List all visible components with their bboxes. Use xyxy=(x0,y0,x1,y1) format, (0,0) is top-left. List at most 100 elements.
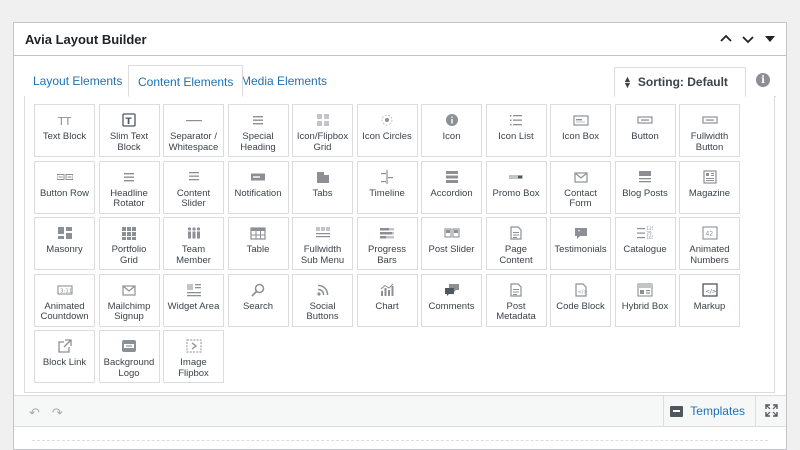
element-label: Comments xyxy=(428,300,475,312)
element-tabs: Layout Elements Content Elements Media E… xyxy=(24,65,776,97)
undo-icon[interactable]: ↶ xyxy=(29,405,40,421)
info-icon xyxy=(443,113,461,127)
element-label: Button Row xyxy=(39,187,90,199)
element-label: Button xyxy=(631,131,659,142)
sorting-label: Sorting: Default xyxy=(637,75,728,89)
quote-icon: ” xyxy=(572,226,590,240)
element-hybrid-box[interactable]: Hybrid Box xyxy=(614,273,676,327)
accordion-icon xyxy=(443,170,461,184)
fullscreen-button[interactable] xyxy=(765,404,778,420)
element-post-metadata[interactable]: Post Metadata xyxy=(485,273,547,327)
tab-media-elements[interactable]: Media Elements xyxy=(232,65,336,97)
element-search[interactable]: Search xyxy=(227,273,289,327)
element-testimonials[interactable]: ” Testimonials xyxy=(550,217,611,270)
element-label: Fullwidth Button xyxy=(690,131,729,153)
element-post-slider[interactable]: Post Slider xyxy=(421,217,482,270)
move-down-button[interactable] xyxy=(738,29,758,49)
element-label: Contact Form xyxy=(564,187,597,209)
element-label: Masonry xyxy=(46,244,83,255)
element-icon-flipbox-grid[interactable]: Icon/Flipbox Grid xyxy=(292,104,353,157)
toggle-panel-button[interactable] xyxy=(760,29,780,49)
element-label: Page Content xyxy=(499,244,533,266)
info-icon[interactable]: i xyxy=(756,73,770,87)
element-mailchimp-signup[interactable]: Mailchimp Signup xyxy=(98,273,160,327)
element-icon[interactable]: Icon xyxy=(421,104,482,157)
grid-icon xyxy=(314,113,332,127)
element-label: Hybrid Box xyxy=(621,300,669,312)
element-magazine[interactable]: Magazine xyxy=(679,160,740,214)
element-tabs[interactable]: Tabs xyxy=(292,160,353,214)
builder-footer: ↶ ↷ Templates xyxy=(14,395,786,427)
element-separator-whitespace[interactable]: Separator / Whitespace xyxy=(163,104,224,157)
element-icon-circles[interactable]: Icon Circles xyxy=(356,104,418,157)
text-block-icon: TT xyxy=(56,113,74,127)
templates-label: Templates xyxy=(690,404,745,418)
element-page-content[interactable]: Page Content xyxy=(485,217,547,270)
element-button-row[interactable]: Button Row xyxy=(34,160,95,214)
element-notification[interactable]: Notification xyxy=(227,160,289,214)
element-table[interactable]: Table xyxy=(227,217,289,270)
box-icon xyxy=(572,113,590,127)
element-content-slider[interactable]: Content Slider xyxy=(163,160,224,214)
element-progress-bars[interactable]: Progress Bars xyxy=(356,217,418,270)
element-code-block[interactable]: </> Code Block xyxy=(550,273,611,327)
move-up-button[interactable] xyxy=(716,29,736,49)
bg-logo-icon xyxy=(120,339,138,353)
element-label: Headline Rotator xyxy=(110,187,148,209)
element-chart[interactable]: Chart xyxy=(356,273,418,327)
search-icon xyxy=(249,283,267,297)
element-comments[interactable]: Comments xyxy=(421,273,482,327)
sorting-dropdown[interactable]: ▲ ▼ Sorting: Default xyxy=(614,67,746,97)
element-icon-box[interactable]: Icon Box xyxy=(550,104,611,157)
element-image-flipbox[interactable]: Image Flipbox xyxy=(163,330,224,383)
element-fullwidth-button[interactable]: Fullwidth Button xyxy=(679,104,740,157)
redo-icon[interactable]: ↷ xyxy=(52,405,63,421)
elements-area: TT Text Block T Slim Text Block Separator / … xyxy=(24,96,775,393)
progress-icon xyxy=(378,226,396,240)
element-label: Social Buttons xyxy=(306,300,339,322)
chevron-down-icon xyxy=(742,36,754,44)
element-text-block[interactable]: TT Text Block xyxy=(34,104,95,157)
tab-layout-elements[interactable]: Layout Elements xyxy=(24,65,131,97)
element-markup[interactable]: </> Markup xyxy=(679,273,740,327)
element-label: Icon Circles xyxy=(362,131,412,142)
element-timeline[interactable]: Timeline xyxy=(356,160,418,214)
element-accordion[interactable]: Accordion xyxy=(421,160,482,214)
element-label: Text Block xyxy=(42,131,87,142)
element-block-link[interactable]: Block Link xyxy=(34,330,95,383)
element-masonry[interactable]: Masonry xyxy=(34,217,95,270)
hybrid-icon xyxy=(636,282,654,297)
element-animated-numbers[interactable]: 42 Animated Numbers xyxy=(679,217,740,270)
table-icon xyxy=(249,226,267,240)
mail-icon xyxy=(572,170,590,184)
button-row-icon xyxy=(56,170,74,184)
mail-icon xyxy=(120,283,138,297)
element-slim-text-block[interactable]: T Slim Text Block xyxy=(98,104,160,157)
element-team-member[interactable]: Team Member xyxy=(163,217,224,270)
element-fullwidth-sub-menu[interactable]: Fullwidth Sub Menu xyxy=(292,217,353,270)
element-label: Markup xyxy=(693,300,726,312)
element-social-buttons[interactable]: Social Buttons xyxy=(292,273,353,327)
element-button[interactable]: Button xyxy=(614,104,676,157)
element-label: Catalogue xyxy=(623,244,667,255)
layout-builder-panel: Avia Layout Builder Layout Elements Cont… xyxy=(13,22,787,450)
caret-down-icon xyxy=(765,36,775,42)
masonry-icon xyxy=(56,226,74,240)
element-headline-rotator[interactable]: Headline Rotator xyxy=(98,160,160,214)
undo-redo: ↶ ↷ xyxy=(29,405,63,421)
element-background-logo[interactable]: Background Logo xyxy=(98,330,160,383)
tab-content-elements[interactable]: Content Elements xyxy=(128,65,244,97)
element-label: Portfolio Grid xyxy=(111,244,147,266)
element-catalogue[interactable]: 135 29 165 Catalogue xyxy=(614,217,676,270)
element-portfolio-grid[interactable]: Portfolio Grid xyxy=(98,217,160,270)
element-special-heading[interactable]: Special Heading xyxy=(227,104,289,157)
element-blog-posts[interactable]: Blog Posts xyxy=(614,160,676,214)
element-promo-box[interactable]: Promo Box xyxy=(485,160,547,214)
svg-text:TT: TT xyxy=(57,115,72,127)
element-animated-countdown[interactable]: 3:11 Animated Countdown xyxy=(34,273,95,327)
blog-icon xyxy=(636,170,654,184)
element-icon-list[interactable]: Icon List xyxy=(485,104,547,157)
element-contact-form[interactable]: Contact Form xyxy=(550,160,611,214)
element-widget-area[interactable]: Widget Area xyxy=(163,273,224,327)
templates-button[interactable]: Templates xyxy=(663,396,756,426)
